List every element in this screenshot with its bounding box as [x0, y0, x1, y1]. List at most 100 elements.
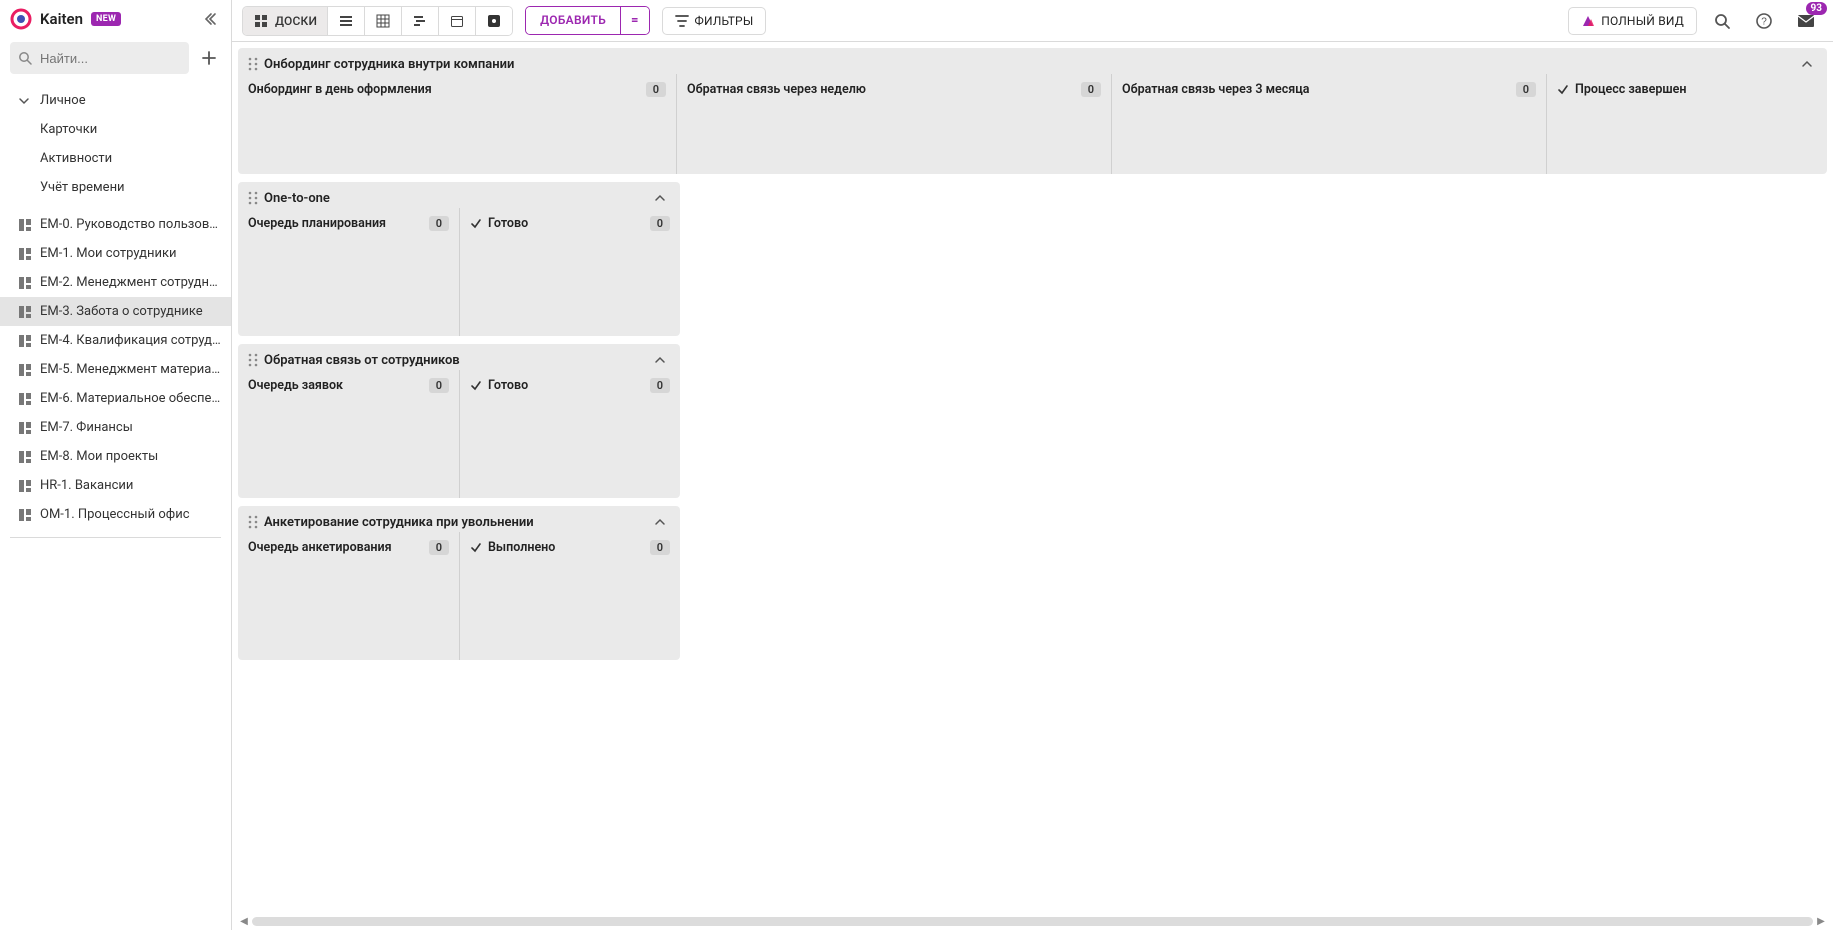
sidebar-item-personal[interactable]: Личное — [0, 86, 231, 115]
sidebar-item-space[interactable]: EM-0. Руководство пользователя — [0, 210, 231, 239]
column-count: 0 — [429, 540, 449, 555]
scroll-track[interactable] — [252, 917, 1813, 926]
sidebar-item-label: EM-5. Менеджмент материальног... — [40, 362, 221, 377]
add-group: ДОБАВИТЬ = — [525, 6, 649, 35]
column-header: Выполнено0 — [470, 540, 670, 555]
column-header: Готово0 — [470, 216, 670, 231]
sidebar-item-space[interactable]: HR-1. Вакансии — [0, 471, 231, 500]
view-boards-button[interactable]: ДОСКИ — [243, 7, 328, 35]
sidebar-item-label: EM-1. Мои сотрудники — [40, 246, 177, 261]
filters-button[interactable]: ФИЛЬТРЫ — [662, 7, 767, 35]
board-column[interactable]: Очередь планирования0 — [238, 208, 459, 336]
sidebar-item-label: EM-2. Менеджмент сотрудника — [40, 275, 221, 290]
sidebar-item-space[interactable]: OM-1. Процессный офис — [0, 500, 231, 529]
column-title: Онбординг в день оформления — [248, 82, 432, 97]
search-button[interactable] — [1705, 4, 1739, 38]
add-button[interactable]: ДОБАВИТЬ — [526, 7, 620, 34]
check-icon — [1557, 84, 1569, 96]
column-header: Онбординг в день оформления 0 — [248, 82, 666, 97]
board-icon — [18, 392, 32, 406]
help-icon: ? — [1755, 12, 1773, 30]
collapse-sidebar-button[interactable] — [199, 8, 221, 30]
add-space-button[interactable] — [197, 46, 221, 70]
board-header: Онбординг сотрудника внутри компании — [238, 48, 1827, 74]
search-row — [0, 38, 231, 82]
view-list-button[interactable] — [328, 7, 365, 35]
board-column[interactable]: Готово0 — [459, 208, 680, 336]
board-title: Обратная связь от сотрудников — [264, 353, 460, 368]
drag-icon[interactable] — [248, 57, 258, 71]
horizontal-scrollbar[interactable]: ◀ ▶ — [238, 916, 1827, 926]
view-table-button[interactable] — [365, 7, 402, 35]
column-header: Готово0 — [470, 378, 670, 393]
column-title: Очередь заявок — [248, 378, 343, 393]
view-timeline-button[interactable] — [402, 7, 439, 35]
board-header: Анкетирование сотрудника при увольнении — [238, 506, 680, 532]
view-calendar-button[interactable] — [439, 7, 476, 35]
board-collapse-button[interactable] — [1797, 56, 1817, 72]
board-column[interactable]: Онбординг в день оформления 0 — [238, 74, 676, 174]
notifications-button[interactable]: 93 — [1789, 4, 1823, 38]
column-header: Обратная связь через 3 месяца0 — [1122, 82, 1536, 97]
main: ДОСКИ — [232, 0, 1833, 930]
search-icon — [1713, 12, 1731, 30]
drag-icon[interactable] — [248, 353, 258, 367]
sidebar-item-space[interactable]: EM-8. Мои проекты — [0, 442, 231, 471]
board-column[interactable]: Очередь заявок0 — [238, 370, 459, 498]
sidebar-item-space[interactable]: EM-2. Менеджмент сотрудника — [0, 268, 231, 297]
column-count: 0 — [650, 216, 670, 231]
sidebar-item-space[interactable]: EM-5. Менеджмент материальног... — [0, 355, 231, 384]
column-title: Обратная связь через 3 месяца — [1122, 82, 1310, 97]
column-title: Процесс завершен — [1575, 82, 1686, 97]
board-icon — [18, 450, 32, 464]
sidebar-item-label: OM-1. Процессный офис — [40, 507, 190, 522]
table-icon — [375, 13, 391, 29]
sidebar-divider — [10, 537, 221, 538]
add-extra-button[interactable]: = — [620, 7, 648, 34]
drag-icon[interactable] — [248, 191, 258, 205]
sidebar-item-space[interactable]: EM-7. Финансы — [0, 413, 231, 442]
board-column[interactable]: Обратная связь через неделю0 — [676, 74, 1111, 174]
board-column[interactable]: Готово0 — [459, 370, 680, 498]
sidebar-item-space[interactable]: EM-3. Забота о сотруднике — [0, 297, 231, 326]
sidebar-item-cards[interactable]: Карточки — [0, 115, 231, 144]
board-collapse-button[interactable] — [650, 514, 670, 530]
column-count: 0 — [1081, 82, 1101, 97]
sidebar-item-label: HR-1. Вакансии — [40, 478, 133, 493]
board-collapse-button[interactable] — [650, 190, 670, 206]
view-present-button[interactable] — [476, 7, 512, 35]
boards-area[interactable]: Онбординг сотрудника внутри компании Онбо… — [232, 42, 1833, 930]
drag-icon[interactable] — [248, 515, 258, 529]
scroll-right-icon[interactable]: ▶ — [1815, 916, 1827, 927]
fullview-button[interactable]: ПОЛНЫЙ ВИД — [1568, 7, 1697, 35]
board-column[interactable]: Выполнено0 — [459, 532, 680, 660]
sidebar-item-label: EM-7. Финансы — [40, 420, 133, 435]
column-title: Очередь анкетирования — [248, 540, 392, 555]
sidebar-item-activities[interactable]: Активности — [0, 144, 231, 173]
search-icon — [18, 51, 32, 65]
board-columns: Онбординг в день оформления0Обратная свя… — [238, 74, 1827, 174]
sidebar-item-space[interactable]: EM-4. Квалификация сотрудника — [0, 326, 231, 355]
check-icon — [470, 218, 482, 230]
sidebar-item-label: Учёт времени — [40, 180, 125, 195]
search-box[interactable] — [10, 42, 189, 74]
board-column[interactable]: Очередь анкетирования 0 — [238, 532, 459, 660]
sidebar-personal-section: Личное Карточки Активности Учёт времени — [0, 82, 231, 206]
notification-count: 93 — [1806, 2, 1827, 15]
column-count: 0 — [646, 82, 666, 97]
fullview-icon — [1581, 14, 1595, 28]
board-icon — [18, 305, 32, 319]
sidebar-item-timelog[interactable]: Учёт времени — [0, 173, 231, 202]
scroll-left-icon[interactable]: ◀ — [238, 916, 250, 927]
board-collapse-button[interactable] — [650, 352, 670, 368]
sidebar-item-space[interactable]: EM-1. Мои сотрудники — [0, 239, 231, 268]
toolbar: ДОСКИ — [232, 0, 1833, 42]
column-title: Выполнено — [488, 540, 555, 555]
board-column[interactable]: Процесс завершен0 — [1546, 74, 1833, 174]
help-button[interactable]: ? — [1747, 4, 1781, 38]
board-columns: Очередь анкетирования 0 Выполнено0 — [238, 532, 680, 660]
search-input[interactable] — [38, 50, 181, 67]
board-column[interactable]: Обратная связь через 3 месяца0 — [1111, 74, 1546, 174]
sidebar: Kaiten NEW Личное — [0, 0, 232, 930]
sidebar-item-space[interactable]: EM-6. Материальное обеспечение — [0, 384, 231, 413]
